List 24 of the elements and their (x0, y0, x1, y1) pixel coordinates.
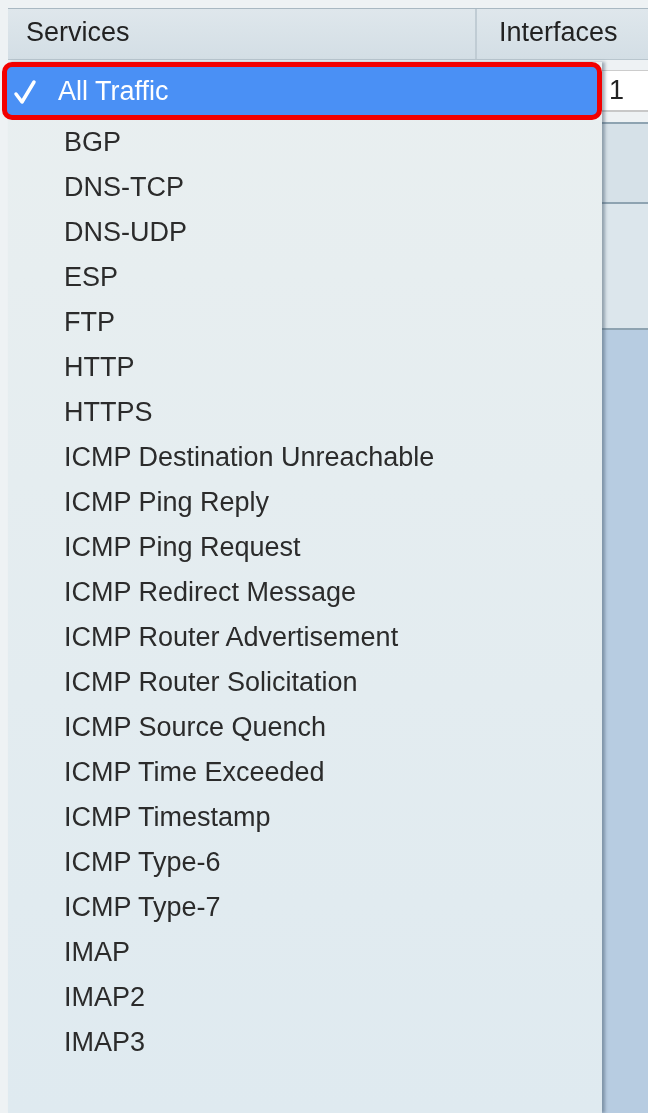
menu-item[interactable]: ICMP Ping Reply (8, 480, 602, 525)
menu-item[interactable]: IMAP (8, 930, 602, 975)
menu-item[interactable]: ICMP Type-7 (8, 885, 602, 930)
menu-item[interactable]: ICMP Ping Request (8, 525, 602, 570)
menu-item[interactable]: BGP (8, 120, 602, 165)
menu-item[interactable]: ICMP Timestamp (8, 795, 602, 840)
menu-item[interactable]: FTP (8, 300, 602, 345)
menu-item[interactable]: ICMP Router Advertisement (8, 615, 602, 660)
menu-item[interactable]: ESP (8, 255, 602, 300)
menu-item[interactable]: ICMP Destination Unreachable (8, 435, 602, 480)
check-icon (13, 79, 37, 105)
menu-item[interactable]: IMAP3 (8, 1020, 602, 1065)
menu-item[interactable]: ICMP Time Exceeded (8, 750, 602, 795)
menu-item[interactable]: HTTP (8, 345, 602, 390)
column-header: Interfaces (498, 16, 619, 49)
menu-item[interactable]: DNS-UDP (8, 210, 602, 255)
menu-item[interactable]: HTTPS (8, 390, 602, 435)
menu-item[interactable]: DNS-TCP (8, 165, 602, 210)
menu-item[interactable]: ICMP Router Solicitation (8, 660, 602, 705)
menu-item[interactable]: IMAP2 (8, 975, 602, 1020)
menu-item[interactable]: ICMP Source Quench (8, 705, 602, 750)
menu-item[interactable]: ICMP Type-6 (8, 840, 602, 885)
column-header: Services (8, 9, 477, 59)
menu-item[interactable]: ICMP Redirect Message (8, 570, 602, 615)
